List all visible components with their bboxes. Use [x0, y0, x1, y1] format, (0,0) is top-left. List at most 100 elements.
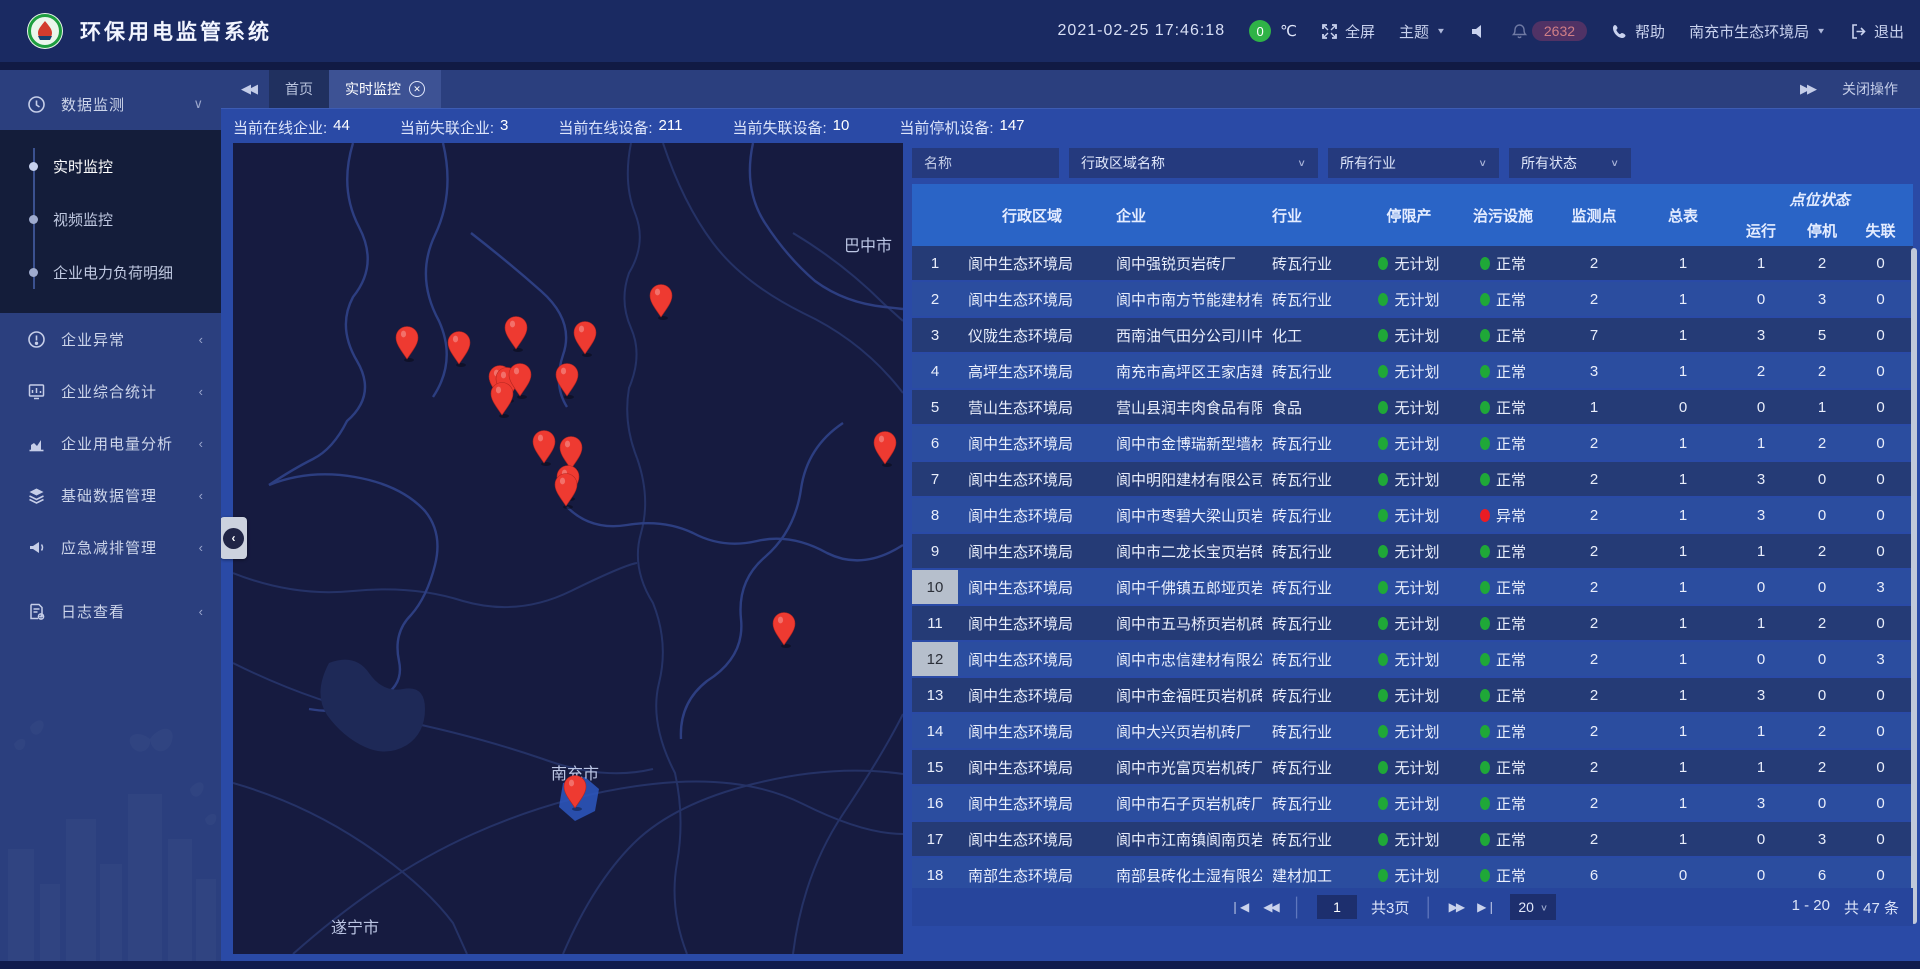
tab-bar: ◀◀ 首页实时监控✕ ▶▶ 关闭操作 — [221, 70, 1920, 108]
logout-button[interactable]: 退出 — [1850, 21, 1904, 42]
status-select[interactable]: 所有状态 ∨ — [1509, 148, 1631, 178]
table-row[interactable]: 1阆中生态环境局阆中强锐页岩砖厂砖瓦行业无计划正常21120 — [912, 246, 1913, 282]
sidebar-subitem-视频监控[interactable]: 视频监控 — [0, 193, 221, 246]
status-dot-icon — [1378, 257, 1388, 270]
cell-meters: 1 — [1640, 462, 1726, 498]
page-size-select[interactable]: 20 ∨ — [1510, 894, 1556, 920]
table-scrollbar[interactable] — [1911, 248, 1917, 924]
sidebar-item-企业综合统计[interactable]: 企业综合统计‹ — [0, 365, 221, 417]
sidebar-item-企业异常[interactable]: 企业异常‹ — [0, 313, 221, 365]
row-index: 12 — [912, 642, 958, 678]
table-row[interactable]: 2阆中生态环境局阆中市南方节能建材有砖瓦行业无计划正常21030 — [912, 282, 1913, 318]
cell-region: 阆中生态环境局 — [958, 750, 1106, 786]
table-row[interactable]: 14阆中生态环境局阆中大兴页岩机砖厂砖瓦行业无计划正常21120 — [912, 714, 1913, 750]
cell-points: 2 — [1548, 426, 1640, 462]
cell-offline: 0 — [1848, 246, 1913, 282]
cell-offline: 0 — [1848, 426, 1913, 462]
table-row[interactable]: 5营山生态环境局营山县润丰肉食品有限食品无计划正常10010 — [912, 390, 1913, 426]
first-page-button[interactable]: ❘◀ — [1230, 900, 1249, 914]
enterprise-table: 行政区域 企业 行业 停限产 治污设施 监测点 总表 点位状态 运行 停机 失联… — [912, 184, 1913, 894]
sidebar-item-label: 应急减排管理 — [61, 537, 199, 558]
stat-当前停机设备: 当前停机设备:147 — [899, 117, 1024, 138]
table-row[interactable]: 15阆中生态环境局阆中市光富页岩机砖厂砖瓦行业无计划正常21120 — [912, 750, 1913, 786]
sidebar-submenu: 实时监控视频监控企业电力负荷明细 — [0, 130, 221, 313]
cell-production: 无计划 — [1360, 246, 1458, 282]
cell-region: 阆中生态环境局 — [958, 678, 1106, 714]
table-row[interactable]: 13阆中生态环境局阆中市金福旺页岩机砖砖瓦行业无计划正常21300 — [912, 678, 1913, 714]
log-icon — [27, 602, 46, 621]
tab-close-icon[interactable]: ✕ — [409, 81, 425, 97]
org-dropdown[interactable]: 南充市生态环境局 ▼ — [1689, 21, 1826, 42]
cell-running: 1 — [1726, 426, 1796, 462]
stat-value: 10 — [833, 117, 850, 138]
help-button[interactable]: 帮助 — [1611, 21, 1665, 42]
sidebar-subitem-企业电力负荷明细[interactable]: 企业电力负荷明细 — [0, 246, 221, 299]
clock-icon — [27, 95, 46, 114]
row-index: 17 — [912, 822, 958, 858]
cell-meters: 1 — [1640, 606, 1726, 642]
region-select[interactable]: 行政区域名称 ∨ — [1069, 148, 1318, 178]
table-row[interactable]: 12阆中生态环境局阆中市忠信建材有限公砖瓦行业无计划正常21003 — [912, 642, 1913, 678]
fullscreen-button[interactable]: 全屏 — [1321, 21, 1375, 42]
chevron-left-icon: ‹ — [199, 604, 203, 619]
table-row[interactable]: 6阆中生态环境局阆中市金博瑞新型墙材砖瓦行业无计划正常21120 — [912, 426, 1913, 462]
sidebar-item-日志查看[interactable]: 日志查看‹ — [0, 585, 221, 637]
tab-实时监控[interactable]: 实时监控✕ — [329, 70, 441, 108]
name-search-input[interactable] — [912, 148, 1059, 178]
status-dot-icon — [1378, 797, 1388, 810]
table-row[interactable]: 9阆中生态环境局阆中市二龙长宝页岩砖砖瓦行业无计划正常21120 — [912, 534, 1913, 570]
row-index: 8 — [912, 498, 958, 534]
table-row[interactable]: 7阆中生态环境局阆中明阳建材有限公司砖瓦行业无计划正常21300 — [912, 462, 1913, 498]
sidebar-subitem-实时监控[interactable]: 实时监控 — [0, 140, 221, 193]
sidebar-item-label: 基础数据管理 — [61, 485, 199, 506]
cell-running: 0 — [1726, 642, 1796, 678]
cell-facility: 正常 — [1458, 354, 1548, 390]
tabs-scroll-right-button[interactable]: ▶▶ — [1800, 81, 1814, 97]
cell-company: 阆中明阳建材有限公司 — [1106, 462, 1262, 498]
tab-首页[interactable]: 首页 — [269, 70, 329, 108]
sidebar-item-应急减排管理[interactable]: 应急减排管理‹ — [0, 521, 221, 573]
cell-points: 2 — [1548, 786, 1640, 822]
pagination-divider: │ — [1423, 897, 1434, 918]
table-row[interactable]: 4高坪生态环境局南充市高坪区王家店建砖瓦行业无计划正常31220 — [912, 354, 1913, 390]
sidebar-item-企业用电量分析[interactable]: 企业用电量分析‹ — [0, 417, 221, 469]
industry-select[interactable]: 所有行业 ∨ — [1328, 148, 1499, 178]
table-row[interactable]: 17阆中生态环境局阆中市江南镇阆南页岩砖瓦行业无计划正常21030 — [912, 822, 1913, 858]
page-number-input[interactable] — [1317, 895, 1357, 919]
status-dot-icon — [1378, 689, 1388, 702]
cell-offline: 0 — [1848, 714, 1913, 750]
cell-production: 无计划 — [1360, 570, 1458, 606]
tabs-scroll-left-button[interactable]: ◀◀ — [241, 81, 255, 97]
cell-points: 2 — [1548, 750, 1640, 786]
last-page-button[interactable]: ▶❘ — [1477, 900, 1496, 914]
table-row[interactable]: 8阆中生态环境局阆中市枣碧大梁山页岩砖瓦行业无计划异常21300 — [912, 498, 1913, 534]
sound-mute-button[interactable] — [1470, 23, 1487, 40]
cell-facility: 正常 — [1458, 678, 1548, 714]
notifications-button[interactable]: 2632 — [1511, 21, 1587, 41]
cell-industry: 砖瓦行业 — [1262, 462, 1360, 498]
sidebar-item-数据监测[interactable]: 数据监测∨ — [0, 78, 221, 130]
cell-meters: 1 — [1640, 678, 1726, 714]
theme-dropdown[interactable]: 主题 ▼ — [1399, 21, 1446, 42]
cell-production: 无计划 — [1360, 462, 1458, 498]
sidebar-item-基础数据管理[interactable]: 基础数据管理‹ — [0, 469, 221, 521]
table-row[interactable]: 16阆中生态环境局阆中市石子页岩机砖厂砖瓦行业无计划正常21300 — [912, 786, 1913, 822]
prev-page-button[interactable]: ◀◀ — [1263, 900, 1277, 914]
map-collapse-button[interactable]: ‹ — [220, 517, 247, 559]
next-page-button[interactable]: ▶▶ — [1449, 900, 1463, 914]
map-panel[interactable]: 巴中市南充市遂宁市 — [233, 143, 903, 954]
cell-meters: 1 — [1640, 246, 1726, 282]
bell-icon — [1511, 23, 1528, 40]
sidebar-item-label: 企业综合统计 — [61, 381, 199, 402]
status-dot-icon — [1378, 653, 1388, 666]
close-operations-button[interactable]: 关闭操作 — [1842, 79, 1898, 99]
cell-industry: 砖瓦行业 — [1262, 678, 1360, 714]
table-row[interactable]: 3仪陇生态环境局西南油气田分公司川中化工无计划正常71350 — [912, 318, 1913, 354]
table-row[interactable]: 11阆中生态环境局阆中市五马桥页岩机砖砖瓦行业无计划正常21120 — [912, 606, 1913, 642]
cell-offline: 0 — [1848, 678, 1913, 714]
cell-region: 营山生态环境局 — [958, 390, 1106, 426]
col-region: 行政区域 — [958, 184, 1106, 246]
table-row[interactable]: 10阆中生态环境局阆中千佛镇五郎垭页岩砖瓦行业无计划正常21003 — [912, 570, 1913, 606]
cell-region: 阆中生态环境局 — [958, 246, 1106, 282]
status-dot-icon — [1378, 761, 1388, 774]
